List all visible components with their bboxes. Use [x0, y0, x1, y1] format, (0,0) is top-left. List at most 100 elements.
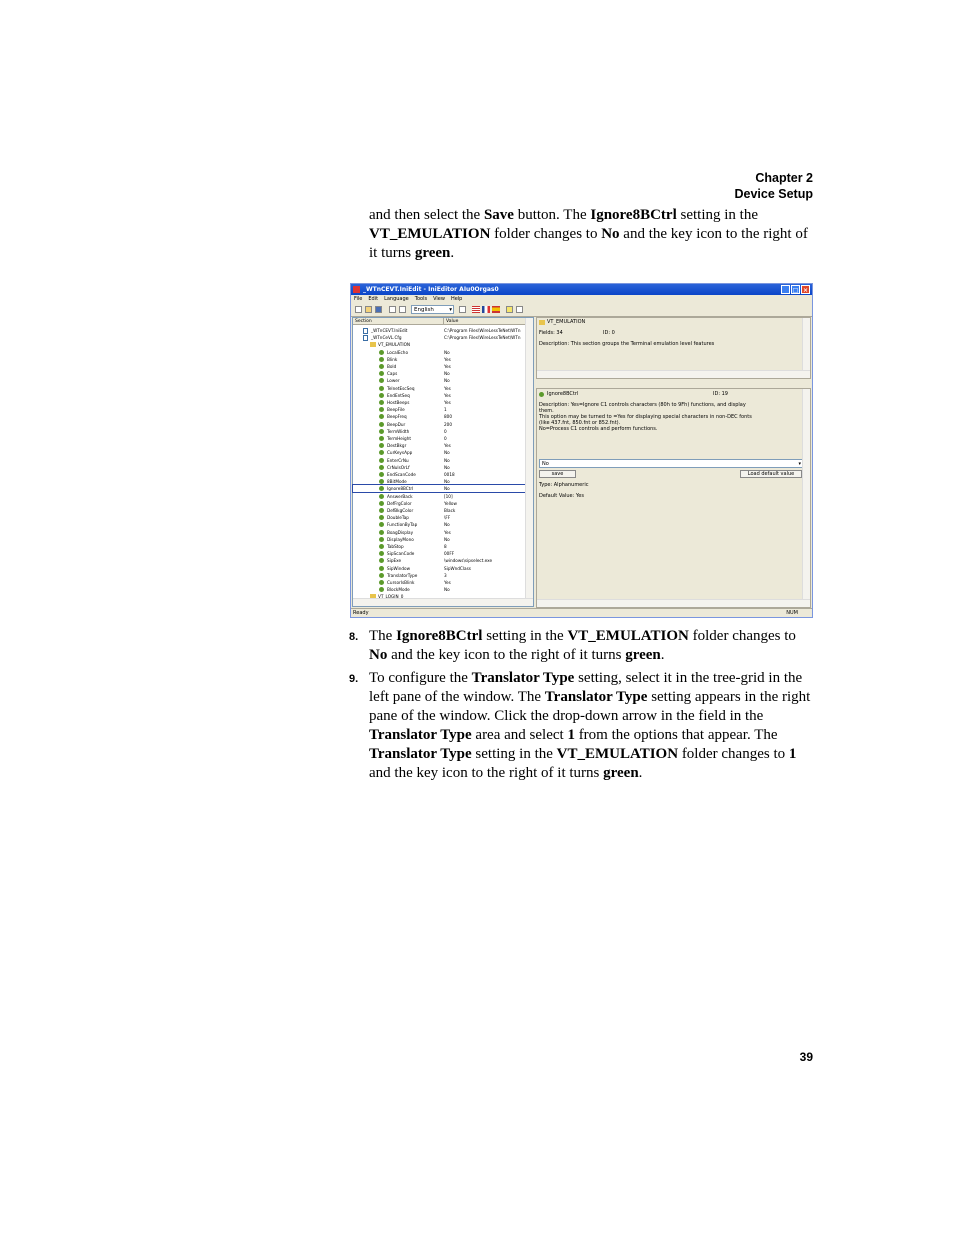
copy-icon[interactable]: [389, 306, 396, 313]
menu-item[interactable]: View: [433, 296, 445, 302]
tree-row-value: [10]: [444, 493, 453, 499]
edit-vertical-scrollbar[interactable]: [802, 389, 810, 607]
tree-row-value: C:\Program Files\WireLessTeNet\WTn: [444, 328, 521, 333]
tree-row[interactable]: BlockMode No: [353, 586, 527, 593]
close-button[interactable]: ×: [801, 285, 810, 294]
tree-row[interactable]: SipScanCode 00FF: [353, 550, 527, 557]
paste-icon[interactable]: [399, 306, 406, 313]
tree-row[interactable]: Blink Yes: [353, 356, 527, 363]
setting-value-field[interactable]: No ▾: [539, 459, 803, 468]
sort-icon[interactable]: [459, 306, 466, 313]
tree-row[interactable]: _WTnCEVT.IniEdit C:\Program Files\WireLes…: [353, 327, 527, 334]
setting-name: Ignore8BCtrl: [547, 391, 579, 397]
tree-row[interactable]: DefFrgColor Yellow: [353, 500, 527, 507]
tree-row[interactable]: BoagDisplay Yes: [353, 529, 527, 536]
info-vertical-scrollbar[interactable]: [802, 318, 810, 378]
tree-row[interactable]: TelnetEscSeq Yes: [353, 385, 527, 392]
tree-row[interactable]: CursorIsBlink Yes: [353, 579, 527, 586]
tree-row-name: DefFrgColor: [387, 500, 412, 506]
tree-row[interactable]: BeepFreq 800: [353, 413, 527, 420]
tree-grid-pane[interactable]: Section Value _WTnCEVT.IniEdit C:\Program…: [352, 317, 534, 607]
tree-row[interactable]: AnswerBack [10]: [353, 493, 527, 500]
step-text: folder changes to: [678, 746, 789, 762]
menu-item[interactable]: Help: [451, 296, 462, 302]
section-label: Device Setup: [734, 187, 813, 201]
tree-row[interactable]: BeepFile 1: [353, 406, 527, 413]
tree-row[interactable]: SipExe \windows\sipselect.exe: [353, 557, 527, 564]
key-icon: [379, 349, 384, 355]
new-icon[interactable]: [355, 306, 362, 313]
section-column-header[interactable]: Section: [353, 318, 444, 325]
tree-row[interactable]: TabStop 8: [353, 543, 527, 550]
tree-row-name: SipExe: [387, 558, 402, 564]
tree-row[interactable]: Lower No: [353, 377, 527, 384]
tree-row[interactable]: DisplayMono No: [353, 536, 527, 543]
tree-row[interactable]: DestBkgr Yes: [353, 442, 527, 449]
flag-es-icon[interactable]: [492, 306, 500, 313]
chevron-down-icon: ▾: [798, 461, 801, 467]
info-horizontal-scrollbar[interactable]: [537, 370, 810, 378]
tree-horizontal-scrollbar[interactable]: [353, 598, 533, 606]
help-icon[interactable]: [506, 306, 513, 313]
maximize-button[interactable]: □: [791, 285, 800, 294]
tree-row-value: 0: [444, 436, 447, 441]
tree-row[interactable]: SipWindow SipWndClass: [353, 565, 527, 572]
load-default-button[interactable]: Load default value: [740, 470, 802, 478]
language-select[interactable]: English ▾: [411, 305, 454, 314]
whats-this-icon[interactable]: [516, 306, 523, 313]
value-column-header[interactable]: Value: [444, 318, 527, 325]
intro-text: folder changes to: [490, 226, 602, 242]
tree-row[interactable]: CurKeysApp No: [353, 449, 527, 456]
tree-row[interactable]: 8BitMode No: [353, 478, 527, 485]
tree-row[interactable]: Ignore8BCtrl No: [352, 484, 528, 494]
tree-row-value: 0018: [444, 472, 455, 477]
tree-row[interactable]: DefBkgColor Black: [353, 507, 527, 514]
menu-item[interactable]: Edit: [368, 296, 378, 302]
language-value: English: [414, 307, 434, 313]
flag-fr-icon[interactable]: [482, 306, 490, 313]
tree-row[interactable]: Caps No: [353, 370, 527, 377]
tree-row[interactable]: LocalEcho No: [353, 349, 527, 356]
tree-row[interactable]: TranslatorType 3: [353, 572, 527, 579]
tree-row[interactable]: DoubleTap \FF: [353, 514, 527, 521]
intro-text: .: [450, 245, 455, 261]
tree-row[interactable]: BeepDur 200: [353, 421, 527, 428]
edit-horizontal-scrollbar[interactable]: [537, 599, 810, 607]
tree-row[interactable]: EnterCrNu No: [353, 457, 527, 464]
tree-row-name: CurKeysApp: [387, 450, 413, 456]
tree-row[interactable]: EndEntSeq Yes: [353, 392, 527, 399]
tree-row-value: \FF: [444, 515, 451, 521]
tree-row-value: 800: [444, 414, 452, 420]
step-text: 1: [788, 746, 797, 762]
step-number: 8.: [349, 631, 359, 643]
tree-row[interactable]: VT_EMULATION: [353, 341, 527, 348]
tree-row[interactable]: _WTnCeVL.Cfg C:\Program Files\WireLessTeN…: [353, 334, 527, 342]
tree-row-name: BeepFreq: [387, 414, 407, 420]
key-icon: [379, 428, 384, 434]
save-icon[interactable]: [375, 306, 382, 313]
tree-row-value: No: [444, 536, 450, 542]
menu-item[interactable]: File: [354, 296, 362, 302]
section-info-pane: VT_EMULATION Fields: 34 ID: 0 Descriptio…: [536, 317, 811, 379]
tree-row[interactable]: CrNulsOrLf No: [353, 464, 527, 471]
open-icon[interactable]: [365, 306, 372, 313]
step-number: 9.: [349, 673, 359, 685]
tree-row[interactable]: Bold Yes: [353, 363, 527, 370]
page-number: 39: [799, 1050, 813, 1064]
key-icon: [379, 392, 384, 398]
tree-row[interactable]: FunctionByTap No: [353, 521, 527, 528]
key-icon: [379, 536, 384, 542]
menu-item[interactable]: Tools: [415, 296, 427, 302]
tree-row[interactable]: TermHeight 0: [353, 435, 527, 442]
minimize-button[interactable]: _: [781, 285, 790, 294]
setting-type: Type: Alphanumeric: [539, 482, 589, 488]
step-text: .: [660, 647, 665, 663]
save-button[interactable]: save: [539, 470, 576, 478]
tree-vertical-scrollbar[interactable]: [525, 318, 533, 606]
tree-row[interactable]: HostBeeps Yes: [353, 399, 527, 406]
flag-us-icon[interactable]: [472, 306, 480, 313]
menu-item[interactable]: Language: [384, 296, 409, 302]
tree-row[interactable]: EndScanCode 0018: [353, 471, 527, 478]
tree-row-value: Yellow: [444, 500, 457, 506]
tree-row[interactable]: TermWidth 0: [353, 428, 527, 435]
